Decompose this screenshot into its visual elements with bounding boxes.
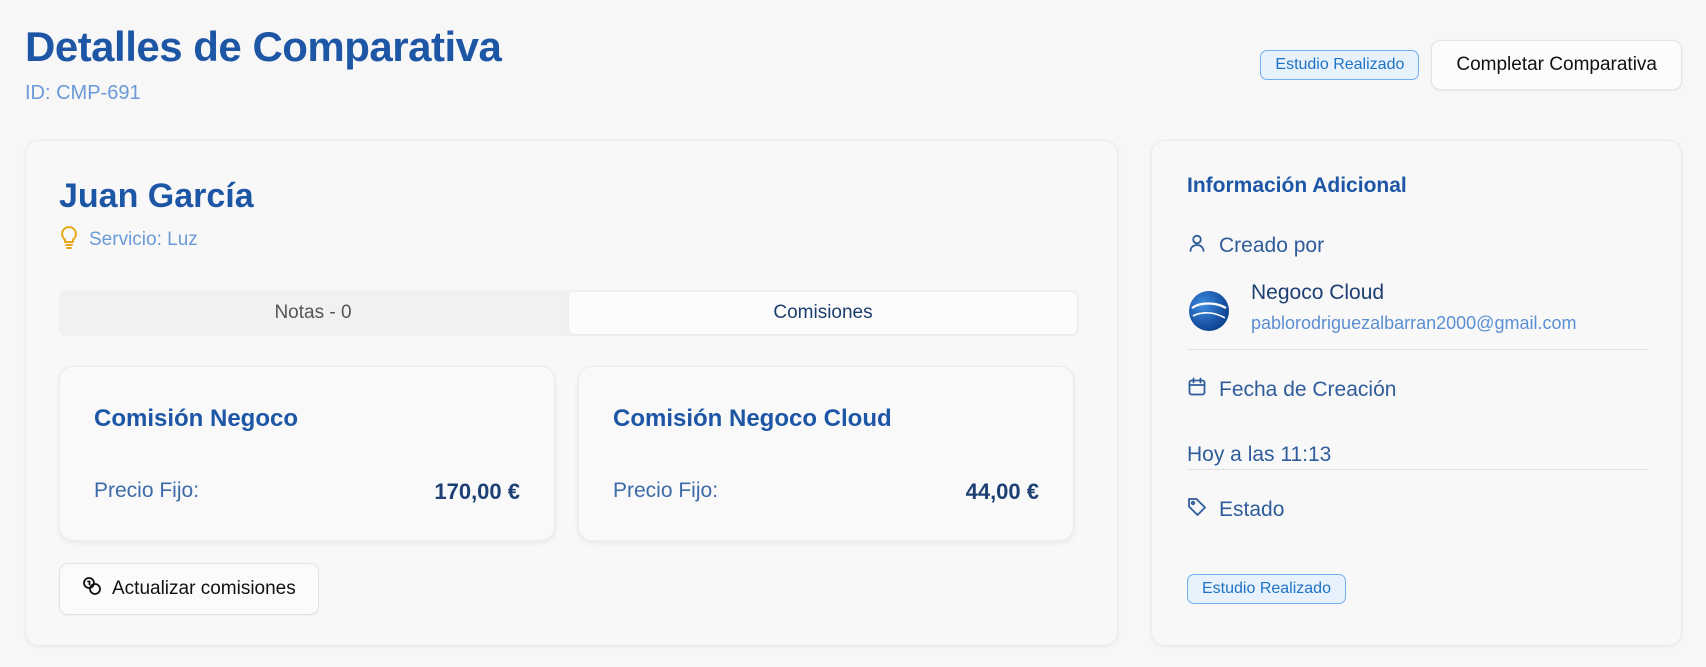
creator-user: Negoco Cloud pablorodriguezalbarran2000@… (1187, 281, 1576, 338)
creator-details: Negoco Cloud pablorodriguezalbarran2000@… (1251, 281, 1576, 334)
commission-value: 170,00 € (434, 479, 520, 504)
status-label: Estado (1219, 498, 1285, 521)
tab-notes[interactable]: Notas - 0 (59, 290, 567, 336)
page-header: Detalles de Comparativa ID: CMP-691 (25, 22, 502, 105)
tab-commissions[interactable]: Comisiones (569, 292, 1077, 334)
service-line: Servicio: Luz (59, 225, 198, 255)
update-commissions-label: Actualizar comisiones (112, 578, 296, 599)
commission-label: Precio Fijo: (613, 479, 719, 502)
user-icon (1187, 233, 1207, 259)
creator-name: Negoco Cloud (1251, 281, 1385, 304)
tag-icon (1187, 497, 1207, 523)
creation-date-value: Hoy a las 11:13 (1187, 443, 1332, 466)
coins-icon (82, 576, 102, 602)
commission-title: Comisión Negoco Cloud (613, 405, 892, 432)
calendar-icon (1187, 377, 1207, 403)
additional-info-title: Información Adicional (1187, 174, 1407, 197)
tab-list: Notas - 0 Comisiones (59, 290, 1079, 336)
avatar (1187, 281, 1231, 338)
commission-label: Precio Fijo: (94, 479, 200, 502)
lightbulb-icon (59, 225, 79, 255)
commission-card-negoco: Comisión Negoco Precio Fijo: 170,00 € (59, 366, 555, 541)
complete-comparison-button[interactable]: Completar Comparativa (1431, 40, 1682, 90)
comparison-id: ID: CMP-691 (25, 82, 141, 104)
creation-date-label: Fecha de Creación (1219, 378, 1397, 401)
comparison-main-card: Juan García Servicio: Luz Notas - 0 Comi… (25, 140, 1118, 646)
created-by-label: Creado por (1219, 234, 1325, 257)
divider (1187, 469, 1649, 470)
update-commissions-button[interactable]: Actualizar comisiones (59, 563, 319, 615)
creation-date-row: Fecha de Creación (1187, 377, 1396, 403)
customer-name: Juan García (59, 177, 254, 215)
commission-title: Comisión Negoco (94, 405, 299, 432)
divider (1187, 349, 1649, 350)
header-actions: Estudio Realizado Completar Comparativa (1260, 40, 1682, 90)
status-badge: Estudio Realizado (1187, 574, 1346, 604)
created-by-row: Creado por (1187, 233, 1324, 259)
additional-info-card: Información Adicional Creado por Negoco … (1151, 140, 1682, 646)
creator-email[interactable]: pablorodriguezalbarran2000@gmail.com (1251, 313, 1576, 334)
page-title: Detalles de Comparativa (25, 23, 502, 70)
commission-card-negoco-cloud: Comisión Negoco Cloud Precio Fijo: 44,00… (578, 366, 1074, 541)
status-badge: Estudio Realizado (1260, 50, 1420, 80)
service-label: Servicio: Luz (89, 229, 198, 250)
commission-value: 44,00 € (965, 479, 1039, 504)
status-row: Estado (1187, 497, 1284, 523)
